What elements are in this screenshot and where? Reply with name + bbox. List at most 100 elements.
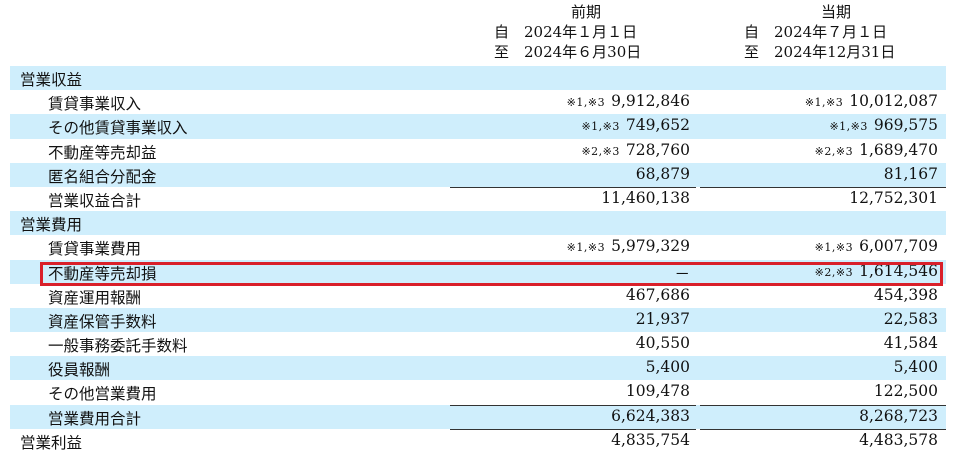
income-statement-table: 営業収益 賃貸事業収入 ※1,※3 9,912,846 ※1,※3 10,012,087 そ… [10, 66, 946, 453]
amount: 6,624,383 [611, 406, 690, 425]
curr-period-value: 22,583 [878, 310, 938, 328]
subtotal-rule [700, 428, 946, 430]
table-row: 不動産等売却益 ※2,※3 728,760 ※2,※3 1,689,470 [10, 139, 946, 163]
table-row: 営業費用 [10, 211, 946, 236]
amount: 4,835,754 [611, 430, 690, 449]
curr-period-value: 454,398 [868, 286, 938, 304]
footnote-ref: ※1,※3 [566, 241, 606, 255]
row-label: その他営業費用 [48, 385, 157, 404]
amount: 8,268,723 [859, 406, 938, 425]
table-row: その他営業費用 109,478 122,500 [10, 380, 946, 404]
table-row: 資産保管手数料 21,937 22,583 [10, 307, 946, 333]
row-label: 賃貸事業費用 [48, 240, 142, 259]
table-row: 匿名組合分配金 68,879 81,167 [10, 162, 946, 187]
curr-period-value: 4,483,578 [853, 431, 938, 449]
row-label: 賃貸事業収入 [48, 95, 142, 114]
row-label: 営業費用合計 [48, 409, 142, 428]
prev-period-value [684, 213, 690, 231]
row-label: 営業費用 [20, 216, 83, 235]
amount: 1,689,470 [859, 140, 938, 159]
row-label: 営業利益 [20, 433, 83, 452]
amount: 10,012,087 [849, 92, 938, 111]
prev-period-value: ※2,※3 728,760 [581, 141, 690, 159]
amount: 22,583 [883, 309, 938, 328]
amount: 5,979,329 [611, 237, 690, 256]
row-label: 資産保管手数料 [48, 312, 157, 331]
prev-period-value: ※1,※3 749,652 [581, 116, 690, 134]
curr-to-label: 至 [744, 43, 760, 61]
prev-period-value: 109,478 [620, 382, 690, 400]
prev-from-label: 自 [494, 23, 510, 41]
table-row: その他賃貸事業収入 ※1,※3 749,652 ※1,※3 969,575 [10, 114, 946, 139]
curr-period-value: ※1,※3 10,012,087 [805, 92, 938, 110]
table-row: 賃貸事業費用 ※1,※3 5,979,329 ※1,※3 6,007,709 [10, 235, 946, 259]
subtotal-rule [700, 186, 946, 188]
row-label: 匿名組合分配金 [48, 167, 157, 186]
prev-to-label: 至 [494, 43, 510, 61]
table-row: 賃貸事業収入 ※1,※3 9,912,846 ※1,※3 10,012,087 [10, 90, 946, 114]
amount: 749,652 [625, 116, 690, 135]
curr-period-value: 8,268,723 [853, 407, 938, 425]
amount: 6,007,709 [859, 237, 938, 256]
curr-period-value [932, 213, 938, 231]
prev-period-value: ※1,※3 9,912,846 [567, 92, 690, 110]
amount: 21,937 [635, 309, 690, 328]
row-label: 資産運用報酬 [48, 288, 142, 307]
amount: 4,483,578 [859, 430, 938, 449]
subtotal-rule [450, 428, 696, 430]
table-row: 役員報酬 5,400 5,400 [10, 356, 946, 381]
curr-period-value: 5,400 [888, 358, 938, 376]
curr-to-date: 2024年12月31日 [774, 43, 896, 61]
amount: 122,500 [873, 382, 938, 401]
footnote-ref: ※1,※3 [581, 120, 620, 134]
row-label: 営業収益合計 [48, 191, 142, 210]
prev-period-value: 4,835,754 [605, 431, 690, 449]
amount: 5,400 [645, 358, 690, 377]
footnote-ref: ※1,※3 [804, 96, 844, 110]
row-label: その他賃貸事業収入 [48, 119, 188, 138]
amount: 109,478 [625, 382, 690, 401]
curr-period-value: 81,167 [878, 165, 938, 183]
amount: 40,550 [635, 334, 690, 353]
curr-period-value: ※1,※3 6,007,709 [815, 237, 938, 255]
prev-period-value: 68,879 [630, 165, 690, 183]
prev-from-date: 2024年１月１日 [524, 23, 638, 41]
subtotal-rule [450, 186, 696, 188]
amount: 41,584 [883, 334, 938, 353]
amount: 12,752,301 [849, 188, 938, 207]
curr-period-value: ※1,※3 969,575 [829, 116, 938, 134]
row-label: 役員報酬 [48, 361, 111, 380]
amount: 728,760 [625, 140, 690, 159]
prev-period-value: ※1,※3 5,979,329 [567, 237, 690, 255]
amount: 9,912,846 [611, 92, 690, 111]
table-row: 営業費用合計 6,624,383 8,268,723 [10, 404, 946, 429]
curr-period-title: 当期 [820, 3, 851, 21]
prev-period-value: 21,937 [630, 310, 690, 328]
curr-from-date: 2024年７月１日 [774, 23, 888, 41]
amount: 969,575 [873, 116, 938, 135]
prev-period-value [684, 68, 690, 86]
curr-period-value [932, 68, 938, 86]
prev-period-value: 6,624,383 [605, 407, 690, 425]
amount: 5,400 [893, 358, 938, 377]
footnote-ref: ※1,※3 [814, 241, 854, 255]
amount: 467,686 [625, 285, 690, 304]
curr-from-label: 自 [744, 23, 760, 41]
subtotal-rule [450, 404, 696, 406]
prev-period-title: 前期 [570, 3, 601, 21]
row-label: 営業収益 [20, 71, 83, 89]
subtotal-rule [700, 404, 946, 406]
footnote-ref: ※2,※3 [814, 144, 854, 158]
table-row: 営業収益 [10, 66, 946, 91]
curr-period-value: 122,500 [868, 382, 938, 400]
table-row: 営業収益合計 11,460,138 12,752,301 [10, 186, 946, 211]
prev-period-value: 5,400 [640, 358, 690, 376]
table-row: 資産運用報酬 467,686 454,398 [10, 284, 946, 308]
prev-period-value: 11,460,138 [595, 189, 690, 207]
prev-period-value: 40,550 [630, 334, 690, 352]
prev-period-value: 467,686 [620, 286, 690, 304]
curr-period-value: 12,752,301 [843, 189, 938, 207]
table-row: 営業利益 4,835,754 4,483,578 [10, 428, 946, 453]
amount: 68,879 [635, 164, 690, 183]
highlight-box [40, 262, 943, 286]
